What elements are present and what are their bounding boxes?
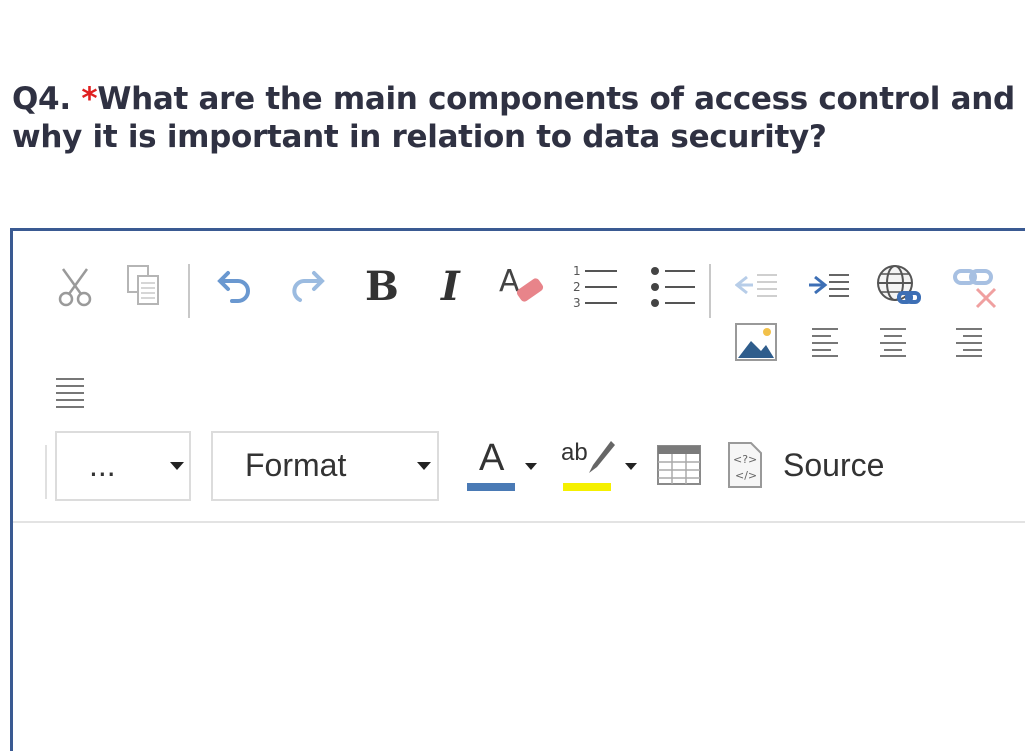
question-text: What are the main components of access c… [12,81,1015,155]
table-icon[interactable] [657,445,701,485]
source-icon: <?> </> [728,442,762,488]
numbered-list-icon[interactable]: 1 2 3 [571,263,621,313]
background-color-button[interactable]: ab [557,437,641,495]
indent-icon[interactable] [807,271,851,301]
svg-text:1: 1 [573,264,581,278]
align-right-icon[interactable] [955,327,983,357]
styles-dropdown-value: ... [89,447,116,483]
outdent-icon[interactable] [735,271,779,301]
source-button-label: Source [783,447,885,483]
undo-icon[interactable] [216,267,256,303]
chevron-down-icon [525,463,537,470]
text-color-button[interactable]: A [467,437,543,495]
image-icon[interactable] [735,323,777,361]
toolbar-divider [13,521,1025,523]
align-left-icon[interactable] [811,327,839,357]
chevron-down-icon [417,462,431,470]
link-icon[interactable] [873,263,923,309]
text-color-swatch [467,483,515,491]
toolbar-separator [709,264,711,318]
svg-text:<?>: <?> [733,453,757,466]
editor-content-area[interactable] [13,524,1025,751]
brush-icon [589,441,615,473]
copy-icon[interactable] [125,263,161,307]
justify-icon[interactable] [55,377,85,409]
format-dropdown-value: Format [245,447,347,483]
unlink-icon[interactable] [951,265,999,309]
background-color-swatch [563,483,611,491]
chevron-down-icon [625,463,637,470]
svg-text:</>: </> [735,469,757,482]
toolbar-separator [188,264,190,318]
cut-icon[interactable] [57,265,97,309]
question-title: Q4. *What are the main components of acc… [12,80,1022,156]
bulleted-list-icon[interactable] [649,263,699,313]
bold-icon[interactable]: B [365,263,399,310]
svg-text:A: A [499,264,520,299]
text-color-icon: A [479,437,505,479]
redo-icon[interactable] [286,267,326,303]
align-center-icon[interactable] [879,327,907,357]
styles-dropdown[interactable]: ... [55,431,191,501]
background-color-icon: ab [561,439,588,466]
required-asterisk: * [81,81,98,117]
svg-text:2: 2 [573,280,581,294]
svg-text:3: 3 [573,296,581,310]
rich-text-editor[interactable]: B I A 1 2 3 ... Format A ab <?> </> Source [10,228,1025,751]
source-button[interactable]: <?> </> Source [725,439,915,495]
question-number: Q4. [12,81,71,117]
remove-format-icon[interactable]: A [497,261,547,309]
toolbar-separator [45,445,47,499]
format-dropdown[interactable]: Format [211,431,439,501]
italic-icon[interactable]: I [441,263,460,310]
chevron-down-icon [170,462,184,470]
